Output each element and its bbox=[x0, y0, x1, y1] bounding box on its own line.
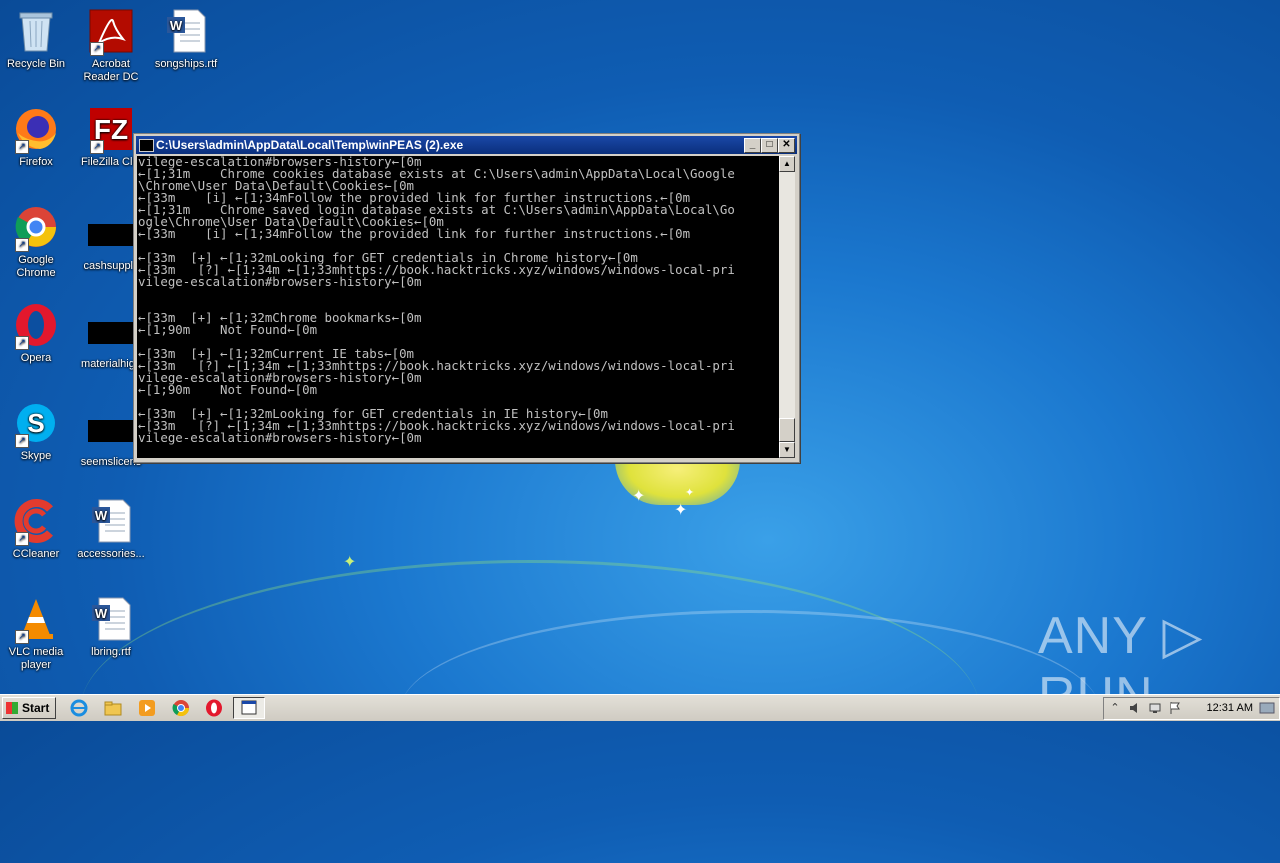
taskbar-console-button[interactable] bbox=[233, 697, 265, 719]
svg-text:W: W bbox=[170, 18, 183, 33]
desktop-icon-google-chrome[interactable]: ↗ Google Chrome bbox=[0, 204, 72, 280]
wallpaper-sparkle: ✦ bbox=[343, 554, 357, 571]
acrobat-reader-icon: ↗ bbox=[88, 8, 134, 56]
shortcut-arrow-icon: ↗ bbox=[15, 434, 29, 448]
console-line: ←[1;90m Not Found←[0m bbox=[138, 382, 318, 397]
desktop-icon-label: accessories... bbox=[77, 548, 145, 560]
file-thumbnail bbox=[88, 322, 134, 344]
shortcut-arrow-icon: ↗ bbox=[15, 630, 29, 644]
show-desktop-icon[interactable] bbox=[1259, 701, 1275, 715]
file-thumbnail bbox=[88, 420, 134, 442]
volume-icon[interactable] bbox=[1128, 701, 1142, 715]
desktop-icon-recycle-bin[interactable]: Recycle Bin bbox=[0, 8, 72, 71]
desktop-icon-skype[interactable]: S ↗ Skype bbox=[0, 400, 72, 463]
svg-text:W: W bbox=[95, 606, 108, 621]
word-document-icon: W bbox=[163, 8, 209, 54]
shortcut-arrow-icon: ↗ bbox=[15, 336, 29, 350]
shortcut-arrow-icon: ↗ bbox=[15, 140, 29, 154]
console-line: vilege-escalation#browsers-history←[0m bbox=[138, 430, 422, 445]
opera-taskbar-icon[interactable] bbox=[205, 699, 223, 717]
window-title: C:\Users\admin\AppData\Local\Temp\winPEA… bbox=[156, 138, 464, 152]
recycle-bin-icon bbox=[13, 8, 59, 54]
console-window[interactable]: C:\Users\admin\AppData\Local\Temp\winPEA… bbox=[133, 133, 800, 463]
shortcut-arrow-icon: ↗ bbox=[90, 140, 104, 154]
network-icon[interactable] bbox=[1148, 701, 1162, 715]
minimize-button[interactable]: _ bbox=[744, 138, 761, 153]
desktop-icon-firefox[interactable]: ↗ Firefox bbox=[0, 106, 72, 169]
chrome-taskbar-icon[interactable] bbox=[172, 699, 190, 717]
system-tray: ⌃ 12:31 AM bbox=[1103, 697, 1280, 720]
desktop-icon-label: lbring.rtf bbox=[91, 646, 131, 658]
wallpaper-sparkle: ✦ bbox=[632, 488, 646, 505]
wallpaper-sparkle: ✦ bbox=[685, 487, 695, 499]
internet-explorer-icon[interactable] bbox=[70, 699, 88, 717]
desktop-icon-label: CCleaner bbox=[12, 548, 60, 560]
console-line: ←[33m [i] ←[1;34mFollow the provided lin… bbox=[138, 226, 691, 241]
media-player-icon[interactable] bbox=[138, 699, 156, 717]
desktop-icon-label: Acrobat Reader DC bbox=[83, 58, 139, 83]
shortcut-arrow-icon: ↗ bbox=[15, 238, 29, 252]
desktop-icon-acrobat-reader[interactable]: ↗ Acrobat Reader DC bbox=[75, 8, 147, 84]
shortcut-arrow-icon: ↗ bbox=[15, 532, 29, 546]
chrome-icon: ↗ bbox=[13, 204, 59, 252]
desktop-icon-vlc[interactable]: ↗ VLC media player bbox=[0, 596, 72, 672]
desktop-icon-lbring[interactable]: W lbring.rtf bbox=[75, 596, 147, 659]
action-center-flag-icon[interactable] bbox=[1168, 701, 1182, 715]
shortcut-arrow-icon: ↗ bbox=[90, 42, 104, 56]
word-document-icon: W bbox=[88, 596, 134, 642]
scroll-up-button[interactable]: ▲ bbox=[779, 156, 795, 172]
desktop-icon-label: songships.rtf bbox=[154, 58, 218, 70]
wallpaper-sparkle: ✦ bbox=[674, 502, 688, 519]
file-thumbnail bbox=[88, 224, 134, 246]
word-document-icon: W bbox=[88, 498, 134, 544]
maximize-button[interactable]: □ bbox=[761, 138, 778, 153]
console-app-icon bbox=[139, 139, 154, 152]
console-output[interactable]: vilege-escalation#browsers-history←[0m ←[… bbox=[137, 156, 779, 458]
desktop-icon-label: Firefox bbox=[19, 156, 53, 168]
ccleaner-icon: ↗ bbox=[13, 498, 59, 546]
show-hidden-icons-button[interactable]: ⌃ bbox=[1108, 701, 1122, 715]
filezilla-icon: FZ ↗ bbox=[88, 106, 134, 154]
desktop-icon-label: Recycle Bin bbox=[6, 58, 66, 70]
desktop-icon-songships[interactable]: W songships.rtf bbox=[150, 8, 222, 71]
svg-text:S: S bbox=[27, 408, 44, 438]
console-line: vilege-escalation#browsers-history←[0m bbox=[138, 274, 422, 289]
desktop-icon-ccleaner[interactable]: ↗ CCleaner bbox=[0, 498, 72, 561]
skype-icon: S ↗ bbox=[13, 400, 59, 448]
firefox-icon: ↗ bbox=[13, 106, 59, 154]
desktop-icon-label: Opera bbox=[20, 352, 52, 364]
opera-icon: ↗ bbox=[13, 302, 59, 350]
window-titlebar[interactable]: C:\Users\admin\AppData\Local\Temp\winPEA… bbox=[136, 136, 797, 154]
file-explorer-icon[interactable] bbox=[104, 699, 122, 717]
desktop-icon-label: Skype bbox=[20, 450, 52, 462]
desktop-icon-accessories[interactable]: W accessories... bbox=[75, 498, 147, 561]
scroll-thumb[interactable] bbox=[779, 418, 795, 442]
windows-logo-icon bbox=[6, 702, 18, 714]
start-button[interactable]: Start bbox=[2, 697, 56, 719]
console-line: ←[1;90m Not Found←[0m bbox=[138, 322, 318, 337]
desktop-icon-label: VLC media player bbox=[8, 646, 64, 671]
close-button[interactable]: ✕ bbox=[778, 138, 795, 153]
start-label: Start bbox=[22, 701, 50, 715]
vlc-cone-icon: ↗ bbox=[13, 596, 59, 644]
desktop-icon-label: Google Chrome bbox=[16, 254, 56, 279]
scroll-down-button[interactable]: ▼ bbox=[779, 442, 795, 458]
clock[interactable]: 12:31 AM bbox=[1207, 698, 1253, 719]
svg-text:W: W bbox=[95, 508, 108, 523]
vertical-scrollbar[interactable]: ▲ ▼ bbox=[779, 156, 795, 458]
desktop-icon-opera[interactable]: ↗ Opera bbox=[0, 302, 72, 365]
taskbar: Start ⌃ 12:31 AM bbox=[0, 694, 1280, 721]
